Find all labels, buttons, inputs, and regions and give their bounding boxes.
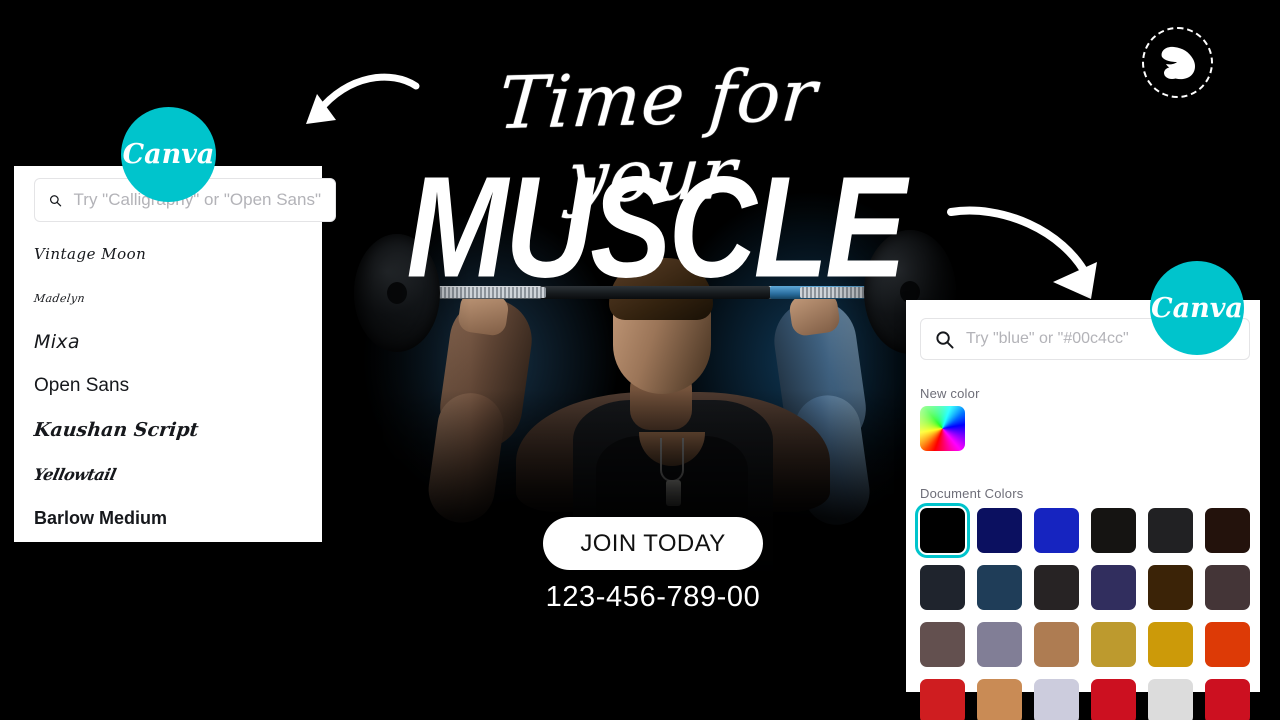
- font-list-item[interactable]: Barlow Medium: [34, 496, 322, 540]
- font-picker-panel: Try "Calligraphy" or "Open Sans" Vintage…: [14, 166, 336, 542]
- color-swatch[interactable]: [920, 622, 965, 667]
- new-color-label: New color: [920, 386, 980, 401]
- canva-badge: Canva: [121, 107, 216, 202]
- gym-logo-badge: [1142, 27, 1213, 98]
- font-search-placeholder: Try "Calligraphy" or "Open Sans": [73, 190, 321, 209]
- flexed-bicep-icon: [1161, 46, 1195, 79]
- document-colors-label: Document Colors: [920, 486, 1024, 501]
- color-swatch[interactable]: [1034, 622, 1079, 667]
- phone-number: 123-456-789-00: [545, 581, 761, 613]
- color-swatch[interactable]: [1034, 508, 1079, 553]
- color-swatch[interactable]: [1205, 679, 1250, 720]
- color-swatch[interactable]: [1091, 565, 1136, 610]
- font-list-item[interactable]: Kaushan Script: [32, 408, 325, 452]
- color-swatch[interactable]: [1148, 508, 1193, 553]
- document-colors-grid: [915, 503, 1250, 720]
- color-wheel-icon[interactable]: [920, 406, 965, 451]
- color-swatch[interactable]: [920, 565, 965, 610]
- color-swatch[interactable]: [977, 679, 1022, 720]
- color-swatch[interactable]: [977, 508, 1022, 553]
- color-swatch[interactable]: [1091, 679, 1136, 720]
- color-swatch[interactable]: [920, 679, 965, 720]
- curved-arrow-right-icon: [947, 206, 1097, 299]
- color-swatch[interactable]: [1034, 565, 1079, 610]
- color-swatch[interactable]: [1148, 679, 1193, 720]
- color-swatch[interactable]: [977, 622, 1022, 667]
- font-list-item[interactable]: Yellowtail: [29, 452, 326, 496]
- search-icon: [936, 330, 954, 349]
- color-swatch[interactable]: [1205, 508, 1250, 553]
- color-swatch[interactable]: [1205, 565, 1250, 610]
- search-icon: [49, 194, 62, 206]
- font-list-item[interactable]: Open Sans: [34, 364, 322, 408]
- join-today-button[interactable]: JOIN TODAY: [543, 517, 763, 570]
- color-swatch[interactable]: [1091, 622, 1136, 667]
- color-swatch[interactable]: [1205, 622, 1250, 667]
- curved-arrow-left-icon: [306, 73, 420, 124]
- color-swatch[interactable]: [1034, 679, 1079, 720]
- canva-poster-screen: Time for your MUSCLE JOIN TODAY 123-456-…: [0, 0, 1280, 720]
- color-swatch[interactable]: [977, 565, 1022, 610]
- font-list-item[interactable]: Vintage Moon: [34, 232, 322, 276]
- color-swatch[interactable]: [1148, 622, 1193, 667]
- main-headline: MUSCLE: [406, 146, 906, 308]
- font-list-item[interactable]: Madelyn: [31, 276, 325, 320]
- color-swatch[interactable]: [1148, 565, 1193, 610]
- font-list: Vintage Moon Madelyn Mixa Open Sans Kaus…: [31, 232, 325, 540]
- font-list-item[interactable]: Mixa: [34, 320, 322, 364]
- color-picker-panel: Try "blue" or "#00c4cc" New color Docume…: [906, 300, 1260, 720]
- canva-badge: Canva: [1150, 261, 1244, 355]
- color-search-placeholder: Try "blue" or "#00c4cc": [966, 330, 1129, 347]
- color-swatch[interactable]: [915, 503, 970, 558]
- color-swatch[interactable]: [1091, 508, 1136, 553]
